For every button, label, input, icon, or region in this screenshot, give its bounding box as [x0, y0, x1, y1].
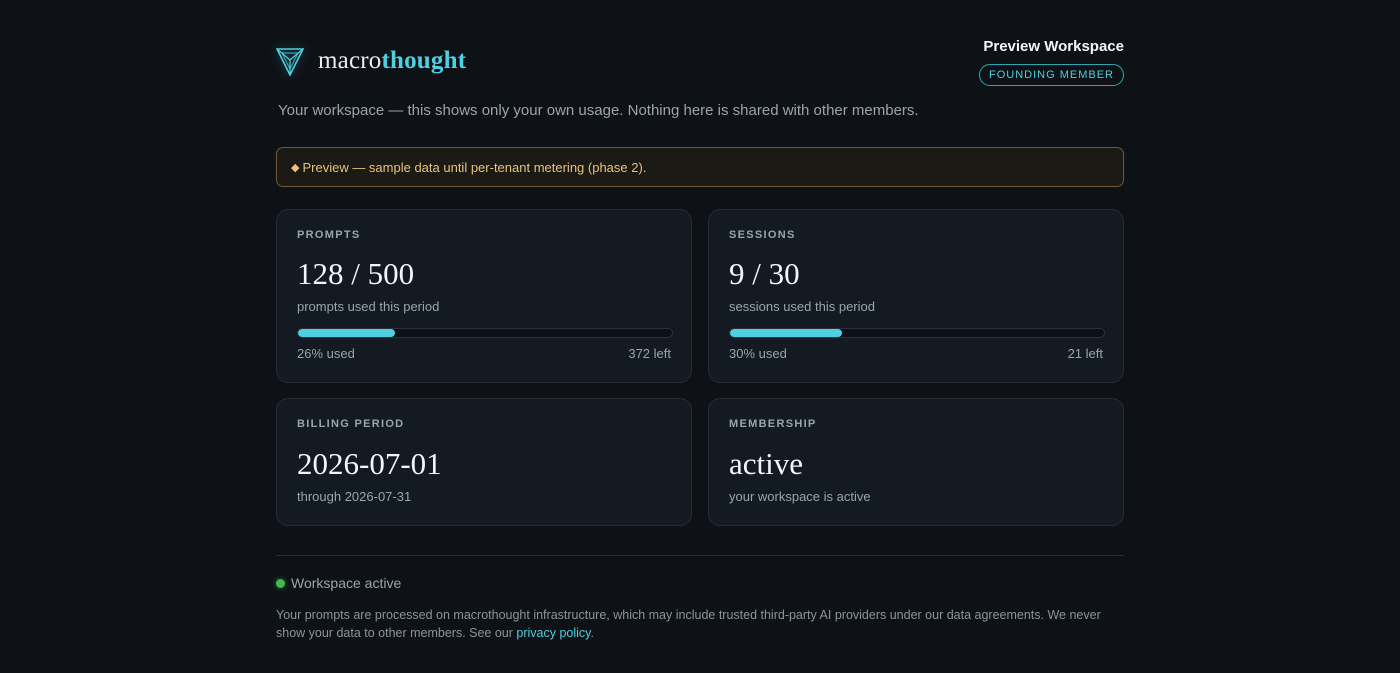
diamond-icon: ◆ [291, 161, 300, 174]
prompts-used-text: 26% used [297, 346, 355, 361]
billing-period-label: BILLING PERIOD [297, 418, 405, 430]
page-subtitle: Your workspace — this shows only your ow… [278, 102, 919, 119]
sessions-progress-bar [729, 328, 1105, 338]
membership-label: MEMBERSHIP [729, 418, 817, 430]
brand-name-accent: thought [381, 47, 467, 74]
preview-banner-text: Preview — sample data until per-tenant m… [302, 159, 647, 175]
workspace-page: macrothought Preview Workspace FOUNDING … [276, 0, 1124, 640]
prompts-progress-fill [298, 329, 396, 337]
sessions-label: SESSIONS [729, 229, 796, 241]
prompts-value: 128 / 500 [297, 256, 415, 291]
membership-sub: your workspace is active [729, 489, 871, 504]
sessions-value: 9 / 30 [729, 256, 800, 291]
brand[interactable]: macrothought [276, 44, 466, 78]
sessions-used-text: 30% used [729, 346, 787, 361]
workspace-title: Preview Workspace [983, 38, 1124, 55]
founding-member-badge: FOUNDING MEMBER [979, 64, 1124, 86]
brand-name-prefix: macro [318, 47, 382, 74]
prompts-label: PROMPTS [297, 229, 361, 241]
membership-value: active [729, 446, 804, 481]
triangle-logo-icon [276, 48, 304, 76]
prompts-sub: prompts used this period [297, 299, 440, 314]
sessions-card: SESSIONS 9 / 30 sessions used this perio… [708, 209, 1124, 383]
prompts-left-text: 372 left [628, 346, 671, 361]
sessions-left-text: 21 left [1067, 346, 1103, 361]
privacy-note-text: Your prompts are processed on macrothoug… [276, 608, 1101, 640]
prompts-progress-bar [297, 328, 673, 338]
billing-period-card: BILLING PERIOD 2026-07-01 through 2026-0… [276, 398, 692, 526]
sessions-progress-fill [730, 329, 843, 337]
prompts-card: PROMPTS 128 / 500 prompts used this peri… [276, 209, 692, 383]
header: macrothought Preview Workspace FOUNDING … [276, 0, 1124, 100]
workspace-status-text: Workspace active [291, 575, 402, 591]
privacy-note-end: . [590, 626, 594, 640]
billing-period-sub: through 2026-07-31 [297, 489, 412, 504]
preview-banner: ◆ Preview — sample data until per-tenant… [276, 147, 1124, 187]
divider [276, 555, 1124, 556]
brand-name: macrothought [318, 47, 466, 75]
membership-card: MEMBERSHIP active your workspace is acti… [708, 398, 1124, 526]
sessions-sub: sessions used this period [729, 299, 875, 314]
status-dot-icon [276, 578, 285, 588]
workspace-status: Workspace active [276, 575, 401, 591]
privacy-note: Your prompts are processed on macrothoug… [276, 606, 1124, 642]
workspace-info: Preview Workspace FOUNDING MEMBER [979, 38, 1124, 86]
billing-period-value: 2026-07-01 [297, 446, 442, 481]
privacy-policy-link[interactable]: privacy policy [516, 626, 590, 640]
